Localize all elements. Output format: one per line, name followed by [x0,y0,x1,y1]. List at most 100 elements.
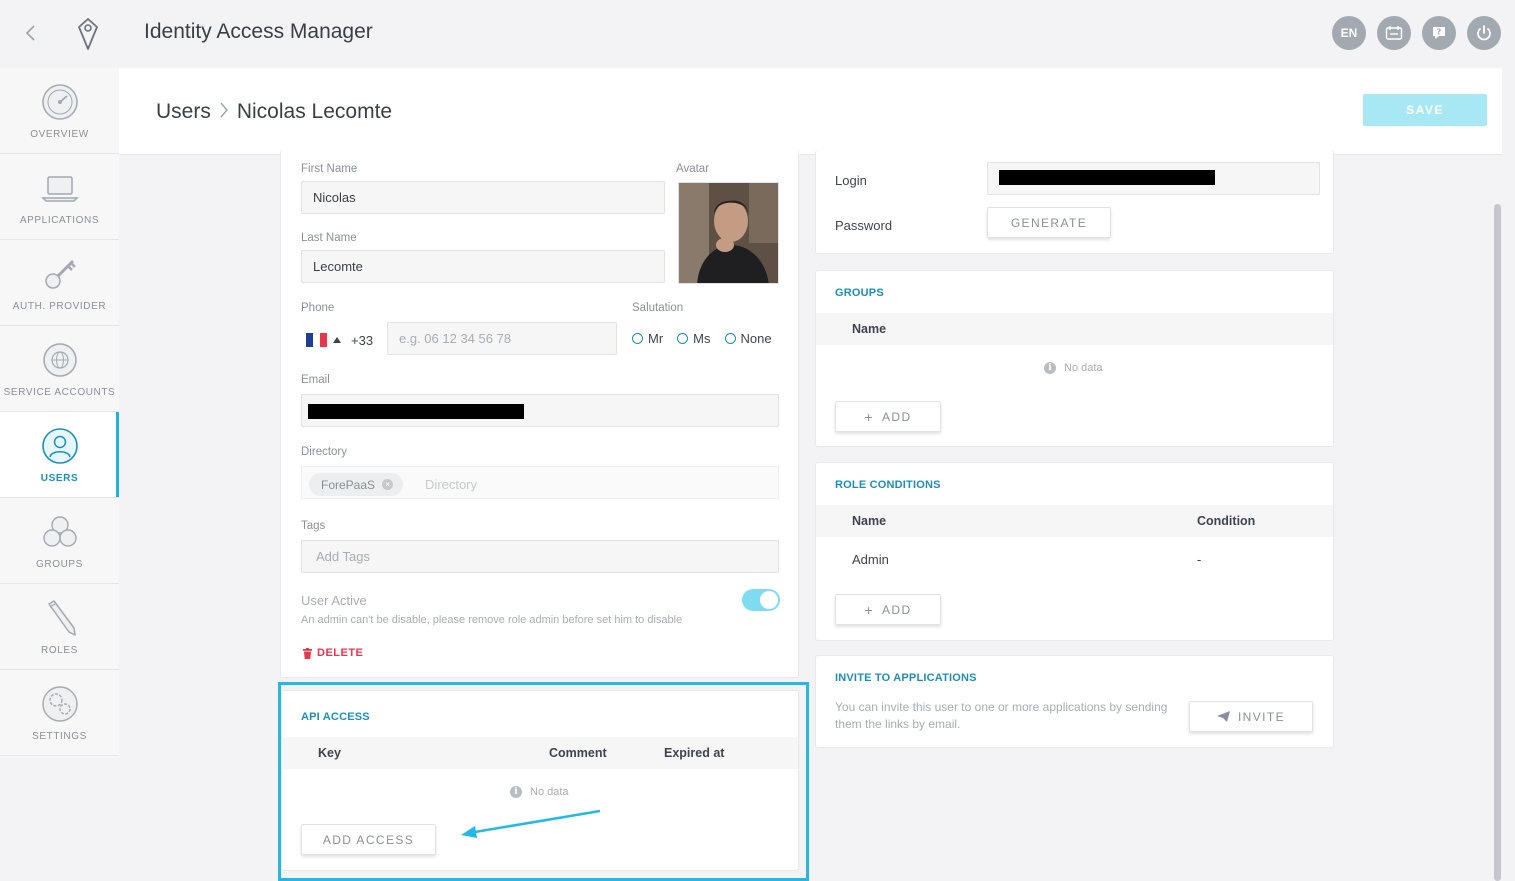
laptop-icon [40,176,79,202]
save-button[interactable]: SAVE [1363,94,1487,126]
sidebar-item-label: ROLES [41,645,78,656]
trash-icon [303,647,312,659]
redaction-bar [308,404,524,419]
power-icon[interactable] [1467,16,1501,50]
country-selector[interactable] [306,333,341,347]
avatar[interactable] [678,182,779,284]
radio-circle-icon [677,333,689,344]
email-label: Email [301,374,330,386]
radio-label: Mr [648,331,664,346]
svg-text:?: ? [1437,28,1442,37]
group-icon [42,516,77,547]
column-header-name: Name [852,514,887,528]
first-name-label: First Name [301,163,358,175]
help-chat-icon[interactable]: ? [1422,16,1456,50]
login-label: Login [835,173,867,188]
scrollbar[interactable] [1494,204,1501,881]
first-name-field[interactable]: Nicolas [301,181,665,214]
sidebar-item-settings[interactable]: SETTINGS [0,670,119,756]
radio-ms[interactable]: Ms [677,331,711,346]
radio-label: None [740,331,772,346]
add-role-condition-button[interactable]: + ADD [835,594,941,625]
role-name: Admin [852,552,889,567]
plus-icon: + [864,408,875,425]
profile-card: First Name Nicolas Avatar Last Name Leco… [280,150,799,678]
calendar-icon[interactable] [1377,16,1411,50]
gauge-icon [41,84,78,120]
salutation-label: Salutation [632,302,684,314]
app-title: Identity Access Manager [144,20,373,43]
user-active-note: An admin can't be disable, please remove… [301,614,683,626]
phone-label: Phone [301,302,335,314]
radio-circle-icon [632,333,643,344]
close-icon[interactable]: × [382,479,394,490]
delete-label: DELETE [317,647,364,659]
password-label: Password [835,218,893,233]
no-data-text: No data [1064,362,1103,374]
sidebar: OVERVIEW APPLICATIONS AUTH. PROVIDER SER… [0,68,119,758]
add-group-button[interactable]: + ADD [835,401,941,432]
sidebar-item-users[interactable]: USERS [0,412,119,498]
phone-input[interactable]: e.g. 06 12 34 56 78 [387,322,617,355]
radio-none[interactable]: None [724,331,772,346]
tags-placeholder: Add Tags [316,549,370,564]
sidebar-item-service-accounts[interactable]: SERVICE ACCOUNTS [0,326,119,412]
role-condition: - [1197,552,1202,567]
language-button[interactable]: EN [1332,16,1366,50]
send-icon [1216,711,1230,722]
redaction-bar [999,170,1215,185]
user-active-toggle[interactable] [742,589,780,611]
gears-icon [41,686,78,722]
role-conditions-title: ROLE CONDITIONS [835,479,941,491]
table-row[interactable]: Admin - [816,546,1333,576]
highlight-frame [278,682,809,881]
credentials-card: Login Password GENERATE [815,150,1334,254]
last-name-field[interactable]: Lecomte [301,250,665,283]
groups-empty-state: i No data [1044,362,1103,374]
generate-label: GENERATE [1010,215,1088,230]
gear-globe-icon [42,343,77,377]
role-conditions-table-header: Name Condition [816,505,1333,537]
directory-chip-label: ForePaaS [321,477,376,492]
plus-icon: + [864,601,875,618]
sidebar-item-label: APPLICATIONS [19,215,100,226]
invite-button[interactable]: INVITE [1189,701,1313,732]
top-bar: Identity Access Manager EN ? [0,0,1515,68]
delete-button[interactable]: DELETE [303,647,363,659]
groups-card: GROUPS Name i No data + ADD [815,270,1334,447]
last-name-value: Lecomte [313,259,363,274]
directory-placeholder: Directory [425,477,478,492]
phone-placeholder: e.g. 06 12 34 56 78 [399,331,512,346]
radio-label: Ms [693,331,711,346]
sidebar-item-applications[interactable]: APPLICATIONS [0,154,119,240]
add-group-label: ADD [882,409,912,424]
breadcrumb: Users Nicolas Lecomte [156,99,392,125]
sidebar-item-auth-provider[interactable]: AUTH. PROVIDER [0,240,119,326]
tags-input[interactable]: Add Tags [301,540,779,573]
france-flag-icon [306,333,327,347]
breadcrumb-root[interactable]: Users [156,100,211,124]
groups-table-header: Name [816,313,1333,345]
chevron-right-icon [219,99,229,125]
pencil-icon [47,600,76,636]
invite-label: INVITE [1237,709,1286,724]
pointer-arrow-icon [461,809,601,838]
tags-label: Tags [301,520,326,532]
sidebar-item-roles[interactable]: ROLES [0,584,119,670]
sidebar-item-label: AUTH. PROVIDER [12,301,107,312]
invite-description: You can invite this user to one or more … [835,700,1168,731]
groups-title: GROUPS [835,287,884,299]
sidebar-item-label: USERS [40,473,79,484]
sidebar-item-overview[interactable]: OVERVIEW [0,68,119,154]
sidebar-item-label: OVERVIEW [30,129,89,140]
add-role-condition-label: ADD [882,602,912,617]
column-header-name: Name [852,322,887,336]
radio-mr[interactable]: Mr [632,331,663,346]
generate-password-button[interactable]: GENERATE [987,207,1111,238]
phone-code: +33 [351,333,374,348]
toggle-knob [760,591,778,609]
logo-icon [76,17,100,51]
sidebar-item-groups[interactable]: GROUPS [0,498,119,584]
role-conditions-card: ROLE CONDITIONS Name Condition Admin - +… [815,462,1334,641]
back-arrow-icon[interactable] [20,22,42,44]
